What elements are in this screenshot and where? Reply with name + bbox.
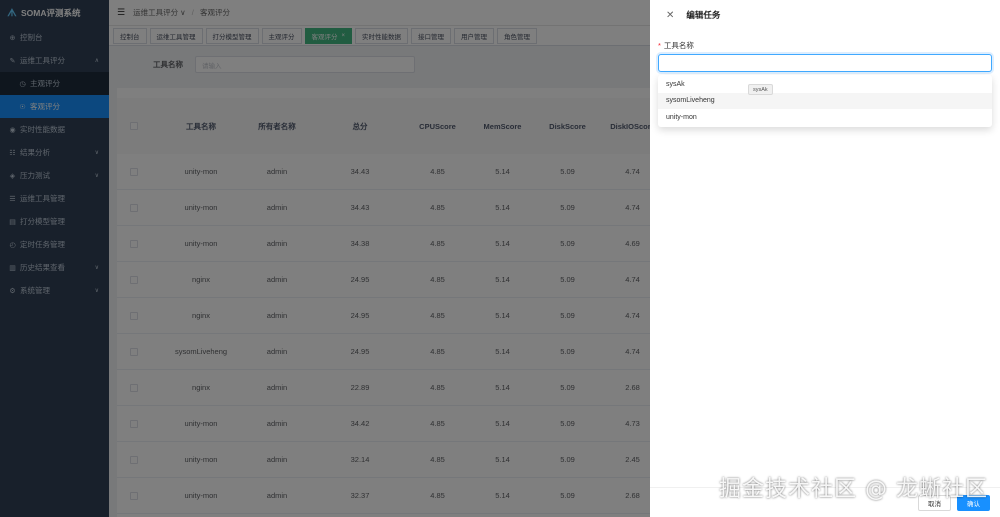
dropdown-option[interactable]: sysomLiveheng bbox=[658, 92, 992, 109]
field-label-text: 工具名称 bbox=[663, 41, 694, 50]
dropdown-option[interactable]: unity-mon bbox=[658, 109, 992, 126]
tool-name-select[interactable] bbox=[658, 54, 992, 72]
edit-task-drawer: ✕ 编辑任务 * 工具名称 sysAk sysomLiveheng unity-mon… bbox=[650, 0, 1000, 517]
required-mark: * bbox=[658, 41, 661, 50]
close-icon[interactable]: ✕ bbox=[666, 10, 674, 21]
tool-name-dropdown: sysAk sysomLiveheng unity-mon bbox=[658, 75, 992, 127]
tool-name-field-label: * 工具名称 bbox=[658, 40, 694, 51]
drawer-title: 编辑任务 bbox=[686, 10, 721, 20]
drawer-header: ✕ 编辑任务 bbox=[650, 0, 1000, 30]
dropdown-option[interactable]: sysAk bbox=[658, 76, 992, 93]
watermark: 掘金技术社区 @ 龙蜥社区 bbox=[719, 477, 988, 502]
option-tooltip: sysAk bbox=[748, 84, 773, 95]
